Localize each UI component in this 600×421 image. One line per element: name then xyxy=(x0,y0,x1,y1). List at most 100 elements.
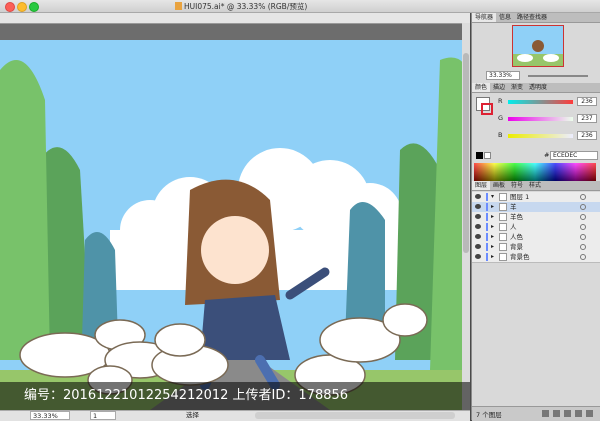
color-spectrum[interactable] xyxy=(474,163,596,181)
hex-color-field[interactable]: ECEDEC xyxy=(550,151,598,160)
channel-label-r: R xyxy=(498,97,503,105)
channel-slider-r[interactable] xyxy=(508,100,573,104)
layers-footer: 7 个图层 xyxy=(472,406,600,421)
layer-color-bar xyxy=(486,193,488,201)
illustration-artwork[interactable] xyxy=(0,40,470,410)
layer-color-bar xyxy=(486,203,488,211)
layer-thumbnail xyxy=(499,243,507,251)
top-ruler xyxy=(0,13,470,24)
expand-arrow-icon[interactable]: ▸ xyxy=(491,223,494,230)
layer-count: 7 个图层 xyxy=(476,411,502,419)
visibility-eye-icon[interactable] xyxy=(475,244,481,249)
layers-tabs: 图层 画板 符号 样式 xyxy=(472,181,600,191)
tab-transparency[interactable]: 透明度 xyxy=(526,83,550,92)
locate-object-icon[interactable] xyxy=(542,410,549,417)
document-title: HUI075.ai* @ 33.33% (RGB/预览) xyxy=(175,1,307,12)
vertical-scroll-thumb[interactable] xyxy=(463,53,469,253)
layer-thumbnail xyxy=(499,253,507,261)
white-swatch[interactable] xyxy=(484,152,491,159)
color-row-g: G 237 xyxy=(490,114,600,124)
visibility-eye-icon[interactable] xyxy=(475,204,481,209)
tab-artboards[interactable]: 画板 xyxy=(490,181,508,190)
close-window-button[interactable] xyxy=(5,2,15,12)
layer-name[interactable]: 人 xyxy=(510,222,517,232)
layer-color-bar xyxy=(486,253,488,261)
watermark-banner: 编号：20161221012254212012 上传者ID：178856 xyxy=(0,382,470,410)
channel-value-r[interactable]: 236 xyxy=(577,97,597,106)
channel-label-b: B xyxy=(498,131,503,139)
target-circle-icon[interactable] xyxy=(580,204,586,210)
layer-color-bar xyxy=(486,243,488,251)
layer-row[interactable]: ▸ 背景色 xyxy=(472,252,600,263)
target-circle-icon[interactable] xyxy=(580,224,586,230)
expand-arrow-icon[interactable]: ▾ xyxy=(491,193,494,200)
layer-color-bar xyxy=(486,233,488,241)
layer-thumbnail xyxy=(499,193,507,201)
target-circle-icon[interactable] xyxy=(580,254,586,260)
navigator-zoom-slider[interactable] xyxy=(528,75,588,77)
hex-label: # xyxy=(544,151,550,159)
layer-name[interactable]: 羊 xyxy=(510,202,517,212)
layer-thumbnail xyxy=(499,213,507,221)
tab-symbols[interactable]: 符号 xyxy=(508,181,526,190)
current-tool-label: 选择 xyxy=(186,411,199,419)
layer-name[interactable]: 图层 1 xyxy=(510,192,529,202)
artboard-page-field[interactable]: 1 xyxy=(90,411,116,420)
make-clipping-mask-icon[interactable] xyxy=(553,410,560,417)
tab-styles[interactable]: 样式 xyxy=(526,181,544,190)
expand-arrow-icon[interactable]: ▸ xyxy=(491,233,494,240)
expand-arrow-icon[interactable]: ▸ xyxy=(491,253,494,260)
horizontal-scrollbar[interactable] xyxy=(255,412,455,419)
tab-pathfinder[interactable]: 路径查找器 xyxy=(514,13,550,22)
color-row-b: B 236 xyxy=(490,131,600,141)
color-row-r: R 236 xyxy=(490,97,600,107)
navigator-preview[interactable] xyxy=(512,25,564,67)
target-circle-icon[interactable] xyxy=(580,234,586,240)
tree-far-left xyxy=(0,60,50,360)
layer-thumbnail xyxy=(499,223,507,231)
visibility-eye-icon[interactable] xyxy=(475,254,481,259)
tab-layers[interactable]: 图层 xyxy=(472,181,491,190)
layer-thumbnail xyxy=(499,233,507,241)
visibility-eye-icon[interactable] xyxy=(475,234,481,239)
maximize-window-button[interactable] xyxy=(29,2,39,12)
minimize-window-button[interactable] xyxy=(17,2,27,12)
layer-name[interactable]: 背景 xyxy=(510,242,523,252)
visibility-eye-icon[interactable] xyxy=(475,224,481,229)
tab-stroke[interactable]: 描边 xyxy=(490,83,508,92)
layer-color-bar xyxy=(486,223,488,231)
channel-slider-g[interactable] xyxy=(508,117,573,121)
zoom-field[interactable]: 33.33% xyxy=(30,411,70,420)
tab-navigator[interactable]: 导航器 xyxy=(472,13,497,22)
document-canvas[interactable] xyxy=(0,13,470,410)
channel-slider-b[interactable] xyxy=(508,134,573,138)
vertical-scrollbar[interactable] xyxy=(462,23,470,410)
tab-gradient[interactable]: 渐变 xyxy=(508,83,526,92)
black-swatch[interactable] xyxy=(476,152,483,159)
status-bar: 33.33% 1 选择 xyxy=(0,410,470,421)
expand-arrow-icon[interactable]: ▸ xyxy=(491,203,494,210)
layer-color-bar xyxy=(486,213,488,221)
target-circle-icon[interactable] xyxy=(580,194,586,200)
tab-color[interactable]: 颜色 xyxy=(472,83,491,92)
navigator-zoom-field[interactable]: 33.33% xyxy=(486,71,520,80)
document-title-text: HUI075.ai* @ 33.33% (RGB/预览) xyxy=(184,2,308,11)
channel-value-b[interactable]: 236 xyxy=(577,131,597,140)
title-bar: HUI075.ai* @ 33.33% (RGB/预览) xyxy=(0,0,600,13)
visibility-eye-icon[interactable] xyxy=(475,194,481,199)
target-circle-icon[interactable] xyxy=(580,214,586,220)
expand-arrow-icon[interactable]: ▸ xyxy=(491,243,494,250)
layer-name[interactable]: 羊色 xyxy=(510,212,523,222)
new-sublayer-icon[interactable] xyxy=(564,410,571,417)
target-circle-icon[interactable] xyxy=(580,244,586,250)
layer-name[interactable]: 人色 xyxy=(510,232,523,242)
layer-thumbnail xyxy=(499,203,507,211)
delete-layer-icon[interactable] xyxy=(586,410,593,417)
layer-name[interactable]: 背景色 xyxy=(510,252,530,262)
visibility-eye-icon[interactable] xyxy=(475,214,481,219)
expand-arrow-icon[interactable]: ▸ xyxy=(491,213,494,220)
tab-info[interactable]: 信息 xyxy=(496,13,514,22)
new-layer-icon[interactable] xyxy=(575,410,582,417)
channel-value-g[interactable]: 237 xyxy=(577,114,597,123)
channel-label-g: G xyxy=(498,114,504,122)
